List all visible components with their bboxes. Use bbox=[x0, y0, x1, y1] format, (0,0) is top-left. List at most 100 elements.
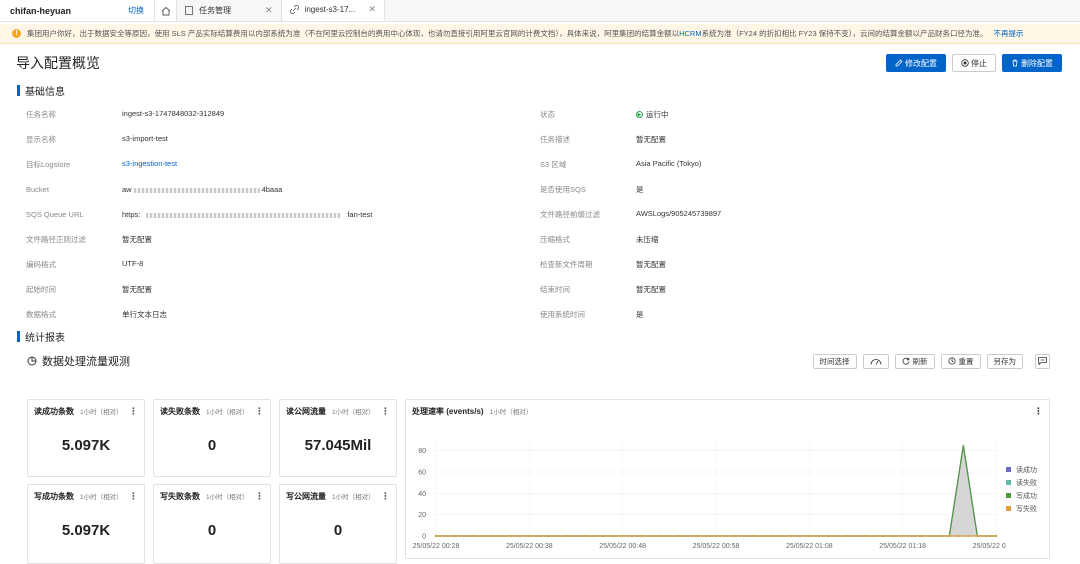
metric-card: 写失败条数 1小时（相对） ⋮ 0 bbox=[153, 484, 271, 564]
notice-text: 集团用户你好，出于数据安全等原因，使用 SLS 产品实际结算费用以内部系统为准（… bbox=[27, 29, 680, 38]
legend-item[interactable]: 写失败 bbox=[1006, 502, 1037, 515]
data-point bbox=[668, 534, 671, 538]
stop-icon bbox=[961, 59, 969, 67]
metric-card: 读公网流量 1小时（相对） ⋮ 57.045Mil bbox=[279, 399, 397, 477]
reset-button[interactable]: 重置 bbox=[940, 353, 981, 369]
data-point bbox=[462, 534, 466, 538]
time-picker-button[interactable]: 时间选择 bbox=[812, 353, 857, 369]
redacted-mask bbox=[133, 187, 260, 193]
save-as-button[interactable]: 另存为 bbox=[986, 353, 1023, 369]
notice-text-tail: 系统为准（FY24 的折扣相比 FY23 保持不变），云间的结算金额以产品财务口… bbox=[701, 29, 988, 38]
chart-title: 处理速率 (events/s) bbox=[412, 407, 484, 416]
data-point bbox=[649, 534, 652, 538]
info-label: 压缩格式 bbox=[540, 235, 570, 244]
more-icon[interactable]: ⋮ bbox=[1034, 406, 1043, 417]
data-point bbox=[789, 534, 792, 538]
info-label: SQS Queue URL bbox=[26, 210, 84, 219]
refresh-button[interactable]: 刷新 bbox=[894, 353, 935, 369]
delete-config-button[interactable]: 删除配置 bbox=[1002, 54, 1062, 72]
x-tick-label: 25/05/22 00:28 bbox=[413, 543, 460, 550]
data-point bbox=[696, 534, 699, 538]
stop-button[interactable]: 停止 bbox=[952, 54, 996, 72]
close-icon[interactable]: ✕ bbox=[369, 4, 377, 15]
tab-task-management[interactable]: 任务管理 ✕ bbox=[177, 0, 282, 21]
legend-label: 读成功 bbox=[1016, 466, 1037, 474]
data-point bbox=[920, 534, 923, 538]
data-point bbox=[472, 534, 475, 538]
edit-config-button[interactable]: 修改配置 bbox=[886, 54, 946, 72]
notice-hcrm-link[interactable]: HCRM bbox=[679, 29, 702, 38]
logstore-link[interactable]: s3-ingestion-test bbox=[122, 159, 177, 170]
dismiss-notice-link[interactable]: 不再提示 bbox=[993, 28, 1023, 39]
more-icon[interactable]: ⋮ bbox=[255, 491, 264, 502]
metric-value: 57.045Mil bbox=[304, 437, 372, 454]
redacted-mask bbox=[146, 212, 342, 218]
home-tab[interactable] bbox=[155, 0, 177, 21]
data-point bbox=[976, 534, 979, 538]
data-point bbox=[546, 534, 550, 538]
data-point bbox=[481, 534, 484, 538]
info-label: 目标Logstore bbox=[26, 160, 71, 169]
rate-chart: 0 20 40 60 80 25/05/22 00:28 25/05/22 00:38 25/… bbox=[413, 440, 1006, 550]
edit-icon bbox=[895, 59, 903, 67]
data-point bbox=[826, 534, 830, 538]
data-point bbox=[490, 534, 494, 538]
more-icon[interactable]: ⋮ bbox=[381, 491, 390, 502]
data-point bbox=[537, 534, 540, 538]
close-icon[interactable]: ✕ bbox=[265, 5, 273, 16]
switch-account-link[interactable]: 切换 bbox=[128, 5, 144, 16]
legend-swatch bbox=[1006, 493, 1011, 498]
info-label: 编码格式 bbox=[26, 260, 56, 269]
metric-card: 写成功条数 1小时（相对） ⋮ 5.097K bbox=[27, 484, 145, 564]
info-value: 是 bbox=[636, 185, 644, 194]
comment-icon bbox=[1038, 357, 1047, 365]
dashboard-header: 数据处理流量观测 时间选择 刷新 重置 另存为 bbox=[0, 348, 1080, 374]
more-icon[interactable]: ⋮ bbox=[129, 491, 138, 502]
home-icon bbox=[161, 6, 170, 15]
data-point bbox=[658, 534, 662, 538]
info-label: 检查新文件周期 bbox=[540, 260, 593, 269]
data-point bbox=[528, 534, 531, 538]
data-point bbox=[892, 534, 895, 538]
metric-value: 0 bbox=[333, 522, 343, 539]
data-point bbox=[752, 534, 755, 538]
tab-ingest-config[interactable]: ingest-s3-17... ✕ bbox=[281, 0, 386, 21]
info-value: 未压缩 bbox=[636, 235, 659, 244]
document-icon bbox=[185, 6, 193, 15]
metric-card: 读成功条数 1小时（相对） ⋮ 5.097K bbox=[27, 399, 145, 477]
legend-item[interactable]: 写成功 bbox=[1006, 489, 1037, 502]
metric-value: 0 bbox=[207, 522, 217, 539]
gauge-button[interactable] bbox=[862, 353, 889, 369]
data-point bbox=[985, 534, 988, 538]
x-tick-label: 25/05/22 01:28 bbox=[973, 543, 1006, 550]
stop-label: 停止 bbox=[971, 58, 987, 68]
info-value: UTF-8 bbox=[122, 259, 144, 268]
basic-info-heading: 基础信息 bbox=[0, 82, 1080, 98]
basic-info-grid: 任务名称 ingest-s3-1747848032-312849 状态 ▶ 运行中 显… bbox=[0, 98, 1080, 334]
comment-button[interactable] bbox=[1035, 353, 1050, 369]
running-icon: ▶ bbox=[636, 111, 643, 118]
more-icon[interactable]: ⋮ bbox=[129, 406, 138, 417]
info-label: 数据格式 bbox=[26, 310, 56, 319]
info-row: SQS Queue URL https: fan-test 文件路径前缀过滤 AWSL… bbox=[26, 202, 1054, 227]
info-label: 文件路径正则过滤 bbox=[26, 235, 86, 244]
x-tick-label: 25/05/22 00:48 bbox=[599, 543, 646, 550]
info-value: 暂无配置 bbox=[636, 260, 666, 269]
legend-item[interactable]: 读失败 bbox=[1006, 476, 1037, 489]
legend-item[interactable]: 读成功 bbox=[1006, 463, 1037, 476]
metric-card: 读失败条数 1小时（相对） ⋮ 0 bbox=[153, 399, 271, 477]
more-icon[interactable]: ⋮ bbox=[255, 406, 264, 417]
more-icon[interactable]: ⋮ bbox=[381, 406, 390, 417]
tab-label: 任务管理 bbox=[199, 6, 231, 15]
data-point bbox=[938, 534, 942, 538]
data-point bbox=[593, 534, 596, 538]
metric-card: 写公网流量 1小时（相对） ⋮ 0 bbox=[279, 484, 397, 564]
chart-subtitle: 1小时（相对） bbox=[489, 409, 533, 416]
chart-legend: 读成功读失败 写成功 写失败 bbox=[1006, 463, 1037, 515]
tab-label: ingest-s3-17... bbox=[304, 5, 356, 14]
page-header: 导入配置概览 修改配置 停止 删除配置 bbox=[0, 44, 1080, 82]
top-bar: chifan-heyuan 切换 任务管理 ✕ ingest-s3-17... … bbox=[0, 0, 1080, 22]
data-point bbox=[873, 534, 876, 538]
data-point bbox=[910, 534, 914, 538]
data-point bbox=[565, 534, 568, 538]
